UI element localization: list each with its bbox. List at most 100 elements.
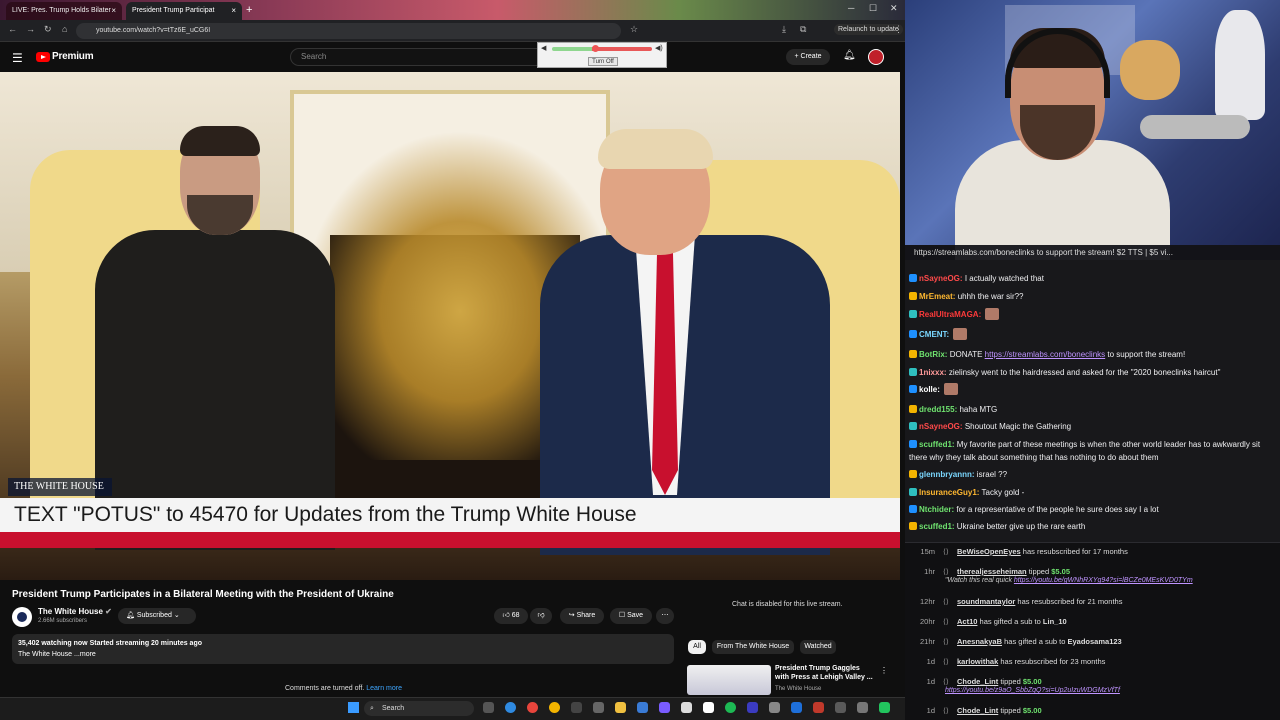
turn-off-button[interactable]: Turn Off — [588, 57, 618, 66]
subscriber-count: 2.66M subscribers — [38, 618, 88, 624]
back-icon[interactable]: ← — [8, 24, 17, 34]
app-icon[interactable] — [791, 702, 802, 713]
chat-message: InsuranceGuy1: Tacky gold - — [909, 486, 1274, 499]
emote-icon — [944, 383, 959, 395]
chat-username[interactable]: dredd155: — [919, 405, 957, 414]
share-button[interactable]: ↪ Share — [560, 608, 604, 624]
volume-slider-handle[interactable] — [592, 45, 599, 52]
spotify-icon[interactable] — [725, 702, 736, 713]
taskbar-search[interactable]: ⌕ Search — [364, 701, 474, 716]
chat-username[interactable]: glennbryannn: — [919, 470, 975, 479]
app-icon[interactable] — [593, 702, 604, 713]
file-explorer-icon[interactable] — [615, 702, 626, 713]
lower-third-stripe — [0, 532, 900, 548]
url-field[interactable]: youtube.com/watch?v=tTz6E_uCG6I — [76, 23, 621, 39]
minimize-icon[interactable]: ─ — [848, 3, 854, 13]
app-icon[interactable] — [835, 702, 846, 713]
extensions-icon[interactable]: ⧉ — [800, 24, 806, 35]
obs-icon[interactable] — [703, 702, 714, 713]
event-username[interactable]: karlowithak — [957, 657, 998, 666]
volume-slider[interactable] — [552, 47, 652, 51]
chat-message: scuffed1: Ukraine better give up the rar… — [909, 520, 1274, 533]
event-username[interactable]: BeWiseOpenEyes — [957, 547, 1021, 556]
save-button[interactable]: ☐ Save — [610, 608, 652, 624]
chat-username[interactable]: scuffed1: — [919, 522, 955, 531]
tip-message-link[interactable]: https://youtu.be/z9aO_SbbZqQ?si=Up2uIzuW… — [945, 687, 1120, 694]
suggested-video-thumbnail[interactable] — [687, 665, 771, 695]
donation-ticker: https://streamlabs.com/boneclinks to sup… — [905, 245, 1280, 260]
event-item: 1d ⟨⟩ karlowithak has resubscribed for 23 … — [905, 657, 1280, 677]
like-button[interactable]: 👍︎ 68 — [494, 608, 528, 624]
event-username[interactable]: Chode_Lint — [957, 677, 998, 686]
chrome-icon[interactable] — [527, 702, 538, 713]
chat-username[interactable]: MrEmeat: — [919, 292, 955, 301]
edge-icon[interactable] — [505, 702, 516, 713]
tab-close-icon[interactable]: × — [111, 2, 116, 20]
app-icon[interactable] — [769, 702, 780, 713]
create-button[interactable]: + Create — [786, 49, 830, 65]
notifications-bell-icon[interactable]: 🔔︎ — [843, 50, 856, 61]
chat-link[interactable]: https://streamlabs.com/boneclinks — [985, 350, 1106, 359]
windows-start-icon[interactable] — [348, 702, 359, 713]
discord-icon[interactable] — [659, 702, 670, 713]
more-actions-button[interactable]: ⋯ — [656, 608, 674, 624]
browser-tab-active[interactable]: President Trump Participat × — [126, 2, 242, 20]
download-icon[interactable]: ⤓ — [782, 24, 786, 35]
event-username[interactable]: AnesnakyaB — [957, 637, 1002, 646]
task-view-icon[interactable] — [483, 702, 494, 713]
app-icon[interactable] — [571, 702, 582, 713]
chat-username[interactable]: Ntchider: — [919, 505, 954, 514]
chip-from-the-white-house[interactable]: From The White House — [712, 640, 794, 654]
browser-tab[interactable]: LIVE: Pres. Trump Holds Bilater × — [6, 2, 122, 20]
dislike-button[interactable]: 👎︎ — [530, 608, 552, 624]
app-icon[interactable] — [681, 702, 692, 713]
description-box[interactable]: 35,402 watching now Started streaming 20… — [12, 634, 674, 664]
hamburger-menu-icon[interactable]: ☰ — [12, 51, 23, 65]
event-username[interactable]: soundmantaylor — [957, 597, 1015, 606]
suggested-video-title[interactable]: President Trump Gaggles with Press at Le… — [775, 664, 875, 682]
home-icon[interactable]: ⌂ — [62, 24, 67, 34]
close-window-icon[interactable]: ✕ — [890, 3, 898, 14]
chat-username[interactable]: nSayneOG: — [919, 422, 963, 431]
reload-icon[interactable]: ↻ — [44, 24, 52, 35]
relaunch-button[interactable]: Relaunch to update — [834, 24, 903, 35]
chip-watched[interactable]: Watched — [800, 640, 836, 654]
tab-close-icon[interactable]: × — [231, 2, 236, 20]
chip-all[interactable]: All — [688, 640, 706, 654]
app-icon[interactable] — [879, 702, 890, 713]
chrome-profile-icon[interactable] — [549, 702, 560, 713]
chat-username[interactable]: CMENT: — [919, 330, 949, 339]
channel-avatar[interactable] — [12, 607, 32, 627]
suggested-video-menu-icon[interactable]: ⋮ — [880, 666, 888, 675]
chat-username[interactable]: scuffed1: — [919, 440, 955, 449]
speaker-mute-icon[interactable]: ◀ — [541, 44, 546, 52]
youtube-logo-icon[interactable] — [36, 52, 50, 62]
chat-username[interactable]: RealUltraMAGA: — [919, 310, 981, 319]
bookmark-star-icon[interactable]: ☆ — [630, 24, 638, 35]
app-icon[interactable] — [857, 702, 868, 713]
chat-username[interactable]: nSayneOG: — [919, 274, 963, 283]
browser-menu-icon[interactable]: ⋮ — [894, 24, 903, 35]
channel-name[interactable]: The White House ✔ — [38, 607, 112, 616]
new-tab-button[interactable]: + — [246, 2, 260, 18]
chat-username[interactable]: kolle: — [919, 385, 940, 394]
app-icon[interactable] — [747, 702, 758, 713]
mail-icon[interactable] — [637, 702, 648, 713]
tip-message-link[interactable]: https://youtu.be/gWNhRXYg94?si=lBCZe0MEs… — [1014, 577, 1193, 584]
speaker-max-icon[interactable]: ◀) — [655, 44, 663, 52]
subscribed-button[interactable]: 🔔︎ Subscribed ⌄ — [118, 608, 196, 624]
forward-icon[interactable]: → — [26, 24, 35, 34]
event-username[interactable]: Chode_Lint — [957, 706, 998, 715]
chat-username[interactable]: BotRix: — [919, 350, 947, 359]
event-time: 1hr — [924, 567, 935, 576]
event-item: 20hr ⟨⟩ Act10 has gifted a sub to Lin_10 — [905, 617, 1280, 637]
maximize-icon[interactable]: ☐ — [869, 3, 877, 14]
chat-username[interactable]: InsuranceGuy1: — [919, 488, 979, 497]
event-username[interactable]: therealjesseheiman — [957, 567, 1027, 576]
learn-more-link[interactable]: Learn more — [366, 685, 402, 692]
event-username[interactable]: Act10 — [957, 617, 977, 626]
youtube-premium-logo[interactable]: Premium — [52, 51, 94, 62]
chat-username[interactable]: 1nixxx: — [919, 368, 947, 377]
avatar[interactable] — [868, 49, 884, 65]
app-icon[interactable] — [813, 702, 824, 713]
